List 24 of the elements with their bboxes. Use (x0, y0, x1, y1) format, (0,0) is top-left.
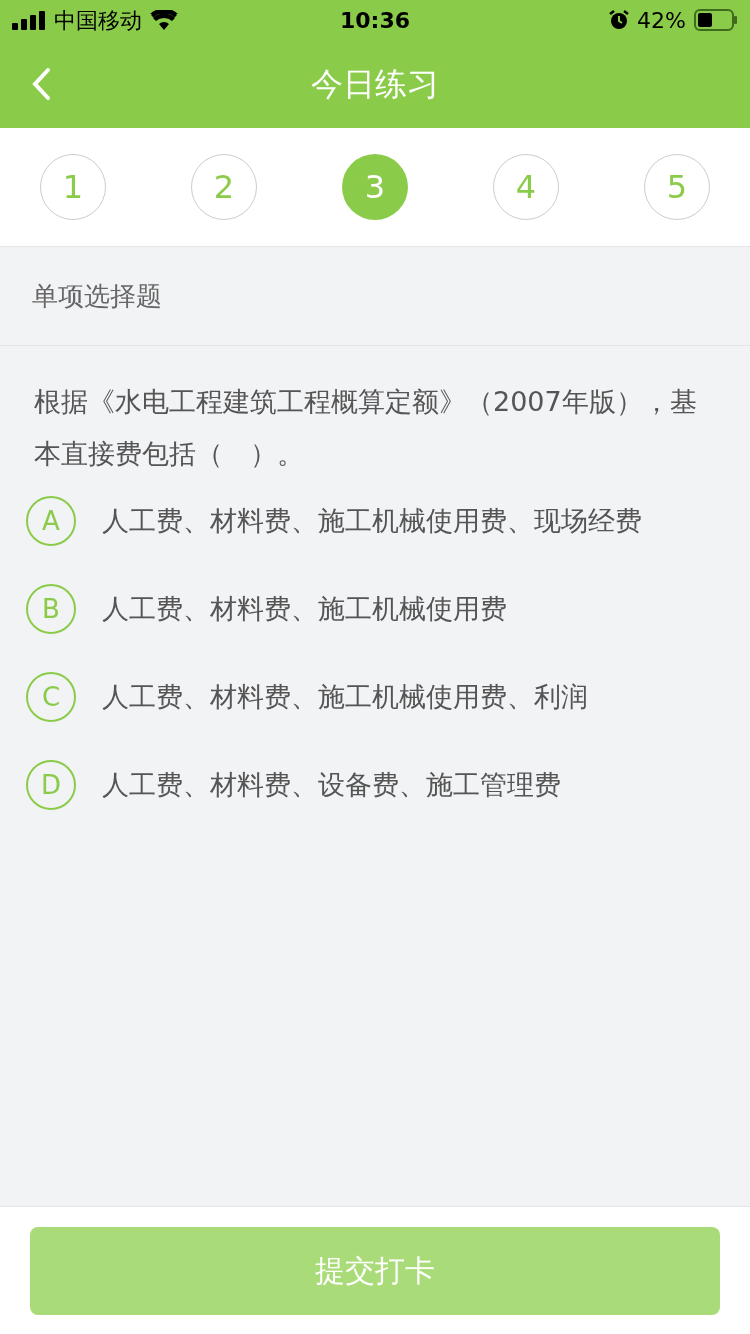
battery-icon (694, 9, 738, 31)
option-text: 人工费、材料费、施工机械使用费 (102, 591, 507, 626)
option-letter: C (26, 672, 76, 722)
answer-option[interactable]: C 人工费、材料费、施工机械使用费、利润 (26, 672, 724, 722)
wifi-icon (150, 10, 178, 30)
page-title: 今日练习 (311, 64, 439, 105)
option-letter: B (26, 584, 76, 634)
answer-option[interactable]: B 人工费、材料费、施工机械使用费 (26, 584, 724, 634)
answer-option[interactable]: D 人工费、材料费、设备费、施工管理费 (26, 760, 724, 810)
question-text: 根据《水电工程建筑工程概算定额》（2007年版），基本直接费包括（ ）。 (33, 385, 698, 471)
question-number[interactable]: 3 (342, 154, 408, 220)
option-letter: A (26, 496, 76, 546)
status-time: 10:36 (340, 6, 410, 35)
battery-percent: 42% (637, 6, 686, 35)
option-text: 人工费、材料费、施工机械使用费、现场经费 (102, 503, 642, 538)
back-icon (31, 67, 51, 101)
signal-icon (12, 10, 46, 30)
option-text: 人工费、材料费、施工机械使用费、利润 (102, 679, 588, 714)
carrier-name: 中国移动 (54, 6, 142, 35)
answer-option[interactable]: A 人工费、材料费、施工机械使用费、现场经费 (26, 496, 724, 546)
alarm-clock-icon (609, 10, 630, 30)
option-text: 人工费、材料费、设备费、施工管理费 (102, 767, 561, 802)
question-type: 单项选择题 (32, 279, 162, 313)
option-letter: D (26, 760, 76, 810)
